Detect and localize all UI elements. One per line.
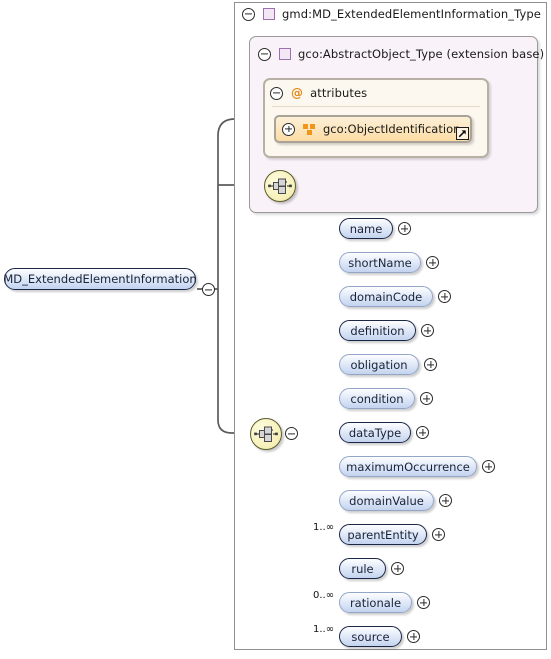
element-label: source bbox=[351, 629, 390, 644]
type-frame-collapse-toggle[interactable] bbox=[242, 7, 255, 21]
attribute-group-label: gco:ObjectIdentification bbox=[323, 122, 461, 136]
attributes-collapse-toggle[interactable] bbox=[270, 86, 283, 100]
element-expand-toggle-shortname[interactable] bbox=[426, 256, 439, 269]
element-expand-toggle-obligation[interactable] bbox=[424, 358, 437, 371]
element-label: parentEntity bbox=[347, 527, 419, 542]
element-source[interactable]: source bbox=[339, 626, 402, 647]
type-frame-label: gmd:MD_ExtendedElementInformation_Type bbox=[282, 7, 541, 21]
attributes-header: @ attributes bbox=[270, 86, 367, 100]
root-element-md-extended-element-information[interactable]: MD_ExtendedElementInformation bbox=[3, 268, 197, 290]
element-domaincode[interactable]: domainCode bbox=[339, 286, 433, 307]
type-frame-header: gmd:MD_ExtendedElementInformation_Type bbox=[242, 7, 541, 21]
cardinality-rationale: 0..∞ bbox=[313, 590, 335, 601]
element-expand-toggle-source[interactable] bbox=[407, 630, 420, 643]
cardinality-source: 1..∞ bbox=[313, 624, 335, 635]
element-label: maximumOccurrence bbox=[346, 459, 470, 474]
element-label: condition bbox=[350, 391, 404, 406]
element-rule[interactable]: rule bbox=[339, 558, 386, 579]
element-label: domainValue bbox=[349, 493, 424, 508]
root-element-label: MD_ExtendedElementInformation bbox=[3, 272, 197, 286]
element-rationale[interactable]: rationale bbox=[339, 592, 412, 613]
extension-base-collapse-toggle[interactable] bbox=[258, 47, 271, 61]
root-element-collapse-toggle[interactable] bbox=[202, 283, 215, 296]
attribute-group-gco-object-identification[interactable]: gco:ObjectIdentification bbox=[274, 115, 472, 143]
element-label: name bbox=[349, 221, 383, 236]
element-datatype[interactable]: dataType bbox=[339, 422, 411, 443]
element-label: dataType bbox=[348, 425, 402, 440]
attribute-expand-toggle[interactable] bbox=[282, 122, 295, 136]
attributes-label: attributes bbox=[310, 86, 368, 100]
element-name[interactable]: name bbox=[339, 218, 393, 239]
element-condition[interactable]: condition bbox=[339, 388, 415, 409]
element-label: rationale bbox=[349, 595, 402, 610]
element-expand-toggle-rationale[interactable] bbox=[417, 596, 430, 609]
complex-type-square-icon bbox=[263, 8, 275, 20]
sequence-elements-collapse-toggle[interactable] bbox=[285, 427, 298, 440]
element-definition[interactable]: definition bbox=[339, 320, 416, 341]
element-maximumoccurrence[interactable]: maximumOccurrence bbox=[339, 456, 477, 477]
sequence-compositor-extension[interactable] bbox=[264, 170, 296, 202]
element-expand-toggle-condition[interactable] bbox=[420, 392, 433, 405]
element-label: shortName bbox=[348, 255, 412, 270]
extension-base-header: gco:AbstractObject_Type (extension base) bbox=[258, 47, 544, 61]
at-sign-icon: @ bbox=[291, 86, 304, 100]
element-expand-toggle-name[interactable] bbox=[398, 222, 411, 235]
sequence-compositor-elements[interactable] bbox=[250, 418, 282, 450]
element-expand-toggle-domaincode[interactable] bbox=[438, 290, 451, 303]
element-obligation[interactable]: obligation bbox=[339, 354, 419, 375]
element-expand-toggle-definition[interactable] bbox=[421, 324, 434, 337]
complex-type-square-icon bbox=[279, 48, 291, 60]
extension-base-label: gco:AbstractObject_Type (extension base) bbox=[298, 47, 545, 61]
external-link-icon[interactable] bbox=[456, 127, 469, 140]
element-label: domainCode bbox=[349, 289, 423, 304]
element-expand-toggle-rule[interactable] bbox=[391, 562, 404, 575]
element-expand-toggle-domainvalue[interactable] bbox=[439, 494, 452, 507]
cardinality-parententity: 1..∞ bbox=[313, 522, 335, 533]
element-label: rule bbox=[351, 561, 374, 576]
element-expand-toggle-parententity[interactable] bbox=[432, 528, 445, 541]
element-parententity[interactable]: parentEntity bbox=[339, 524, 427, 545]
element-label: obligation bbox=[350, 357, 408, 372]
element-expand-toggle-datatype[interactable] bbox=[416, 426, 429, 439]
schema-diagram-canvas: gmd:MD_ExtendedElementInformation_Type g… bbox=[0, 0, 551, 659]
element-expand-toggle-maximumoccurrence[interactable] bbox=[482, 460, 495, 473]
element-label: definition bbox=[350, 323, 405, 338]
element-shortname[interactable]: shortName bbox=[339, 252, 421, 273]
attributes-divider bbox=[272, 106, 480, 107]
element-domainvalue[interactable]: domainValue bbox=[339, 490, 434, 511]
attribute-group-icon bbox=[303, 123, 316, 135]
